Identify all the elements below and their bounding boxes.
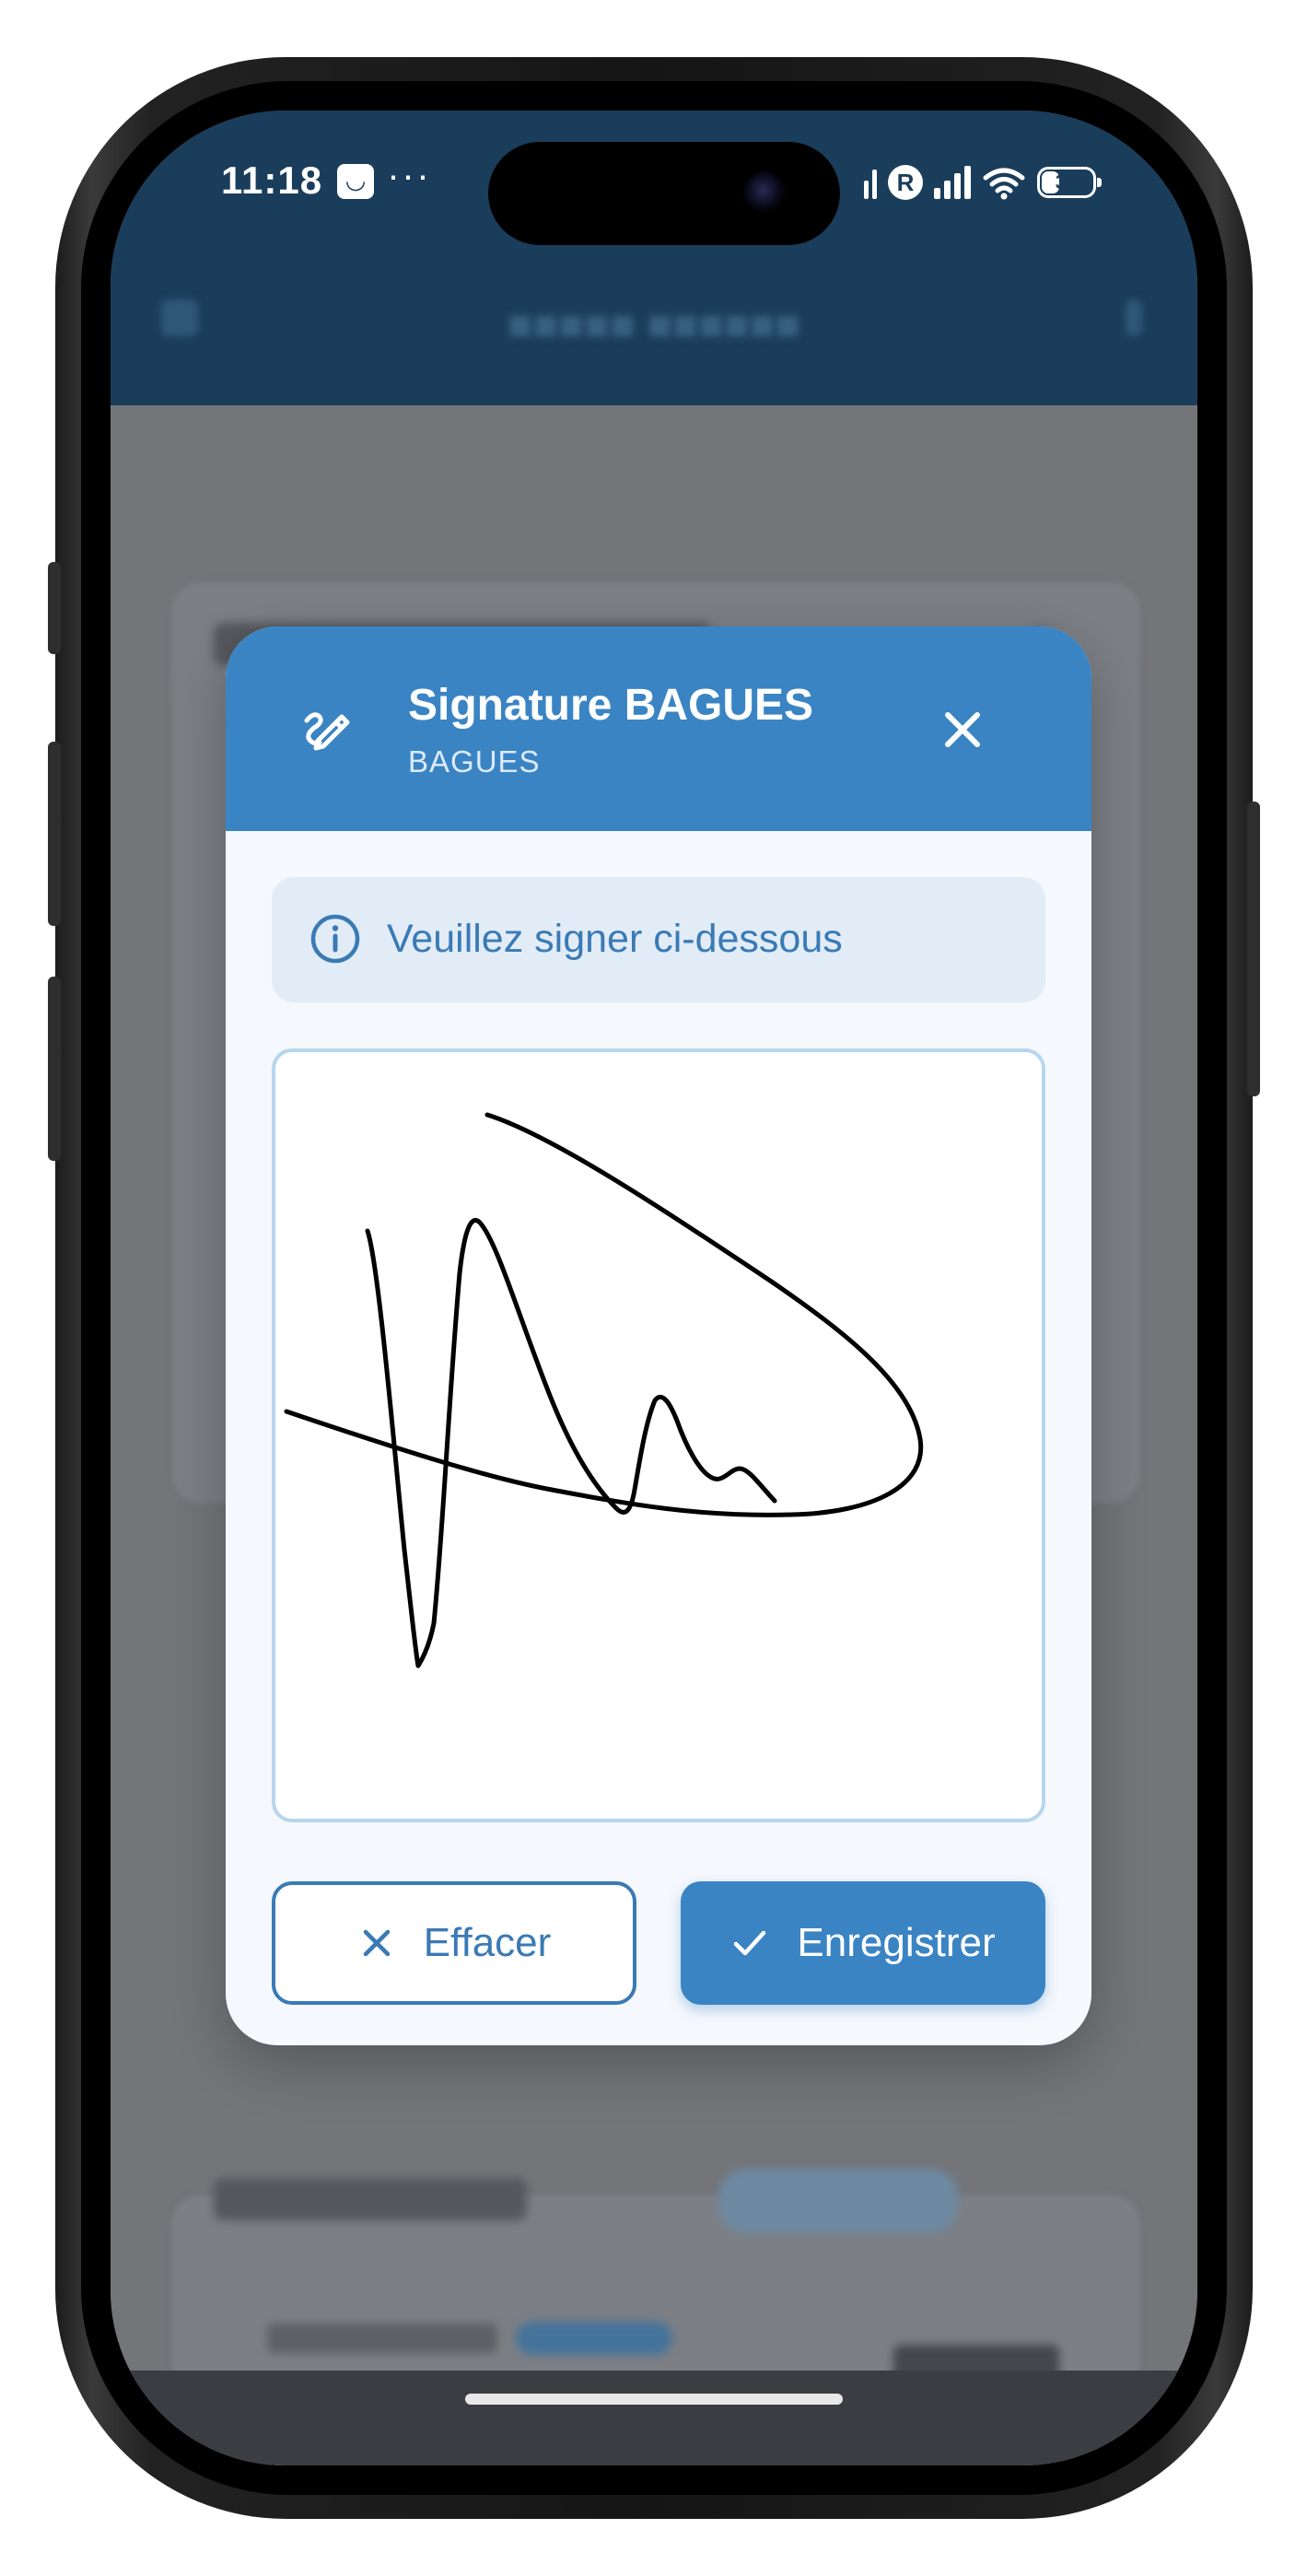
volume-up-button: [48, 742, 61, 926]
battery-percent: 37: [1055, 170, 1079, 193]
background-button: [718, 2169, 958, 2233]
power-button: [1247, 802, 1260, 1096]
clear-button[interactable]: Effacer: [272, 1881, 636, 2005]
more-notifications-icon: ···: [387, 153, 431, 196]
wifi-icon: [983, 168, 1025, 200]
bottom-bar: [111, 2371, 1197, 2465]
dynamic-island: [488, 142, 840, 245]
more-vertical-icon: [1126, 299, 1142, 336]
save-button-label: Enregistrer: [797, 1920, 996, 1965]
close-icon: [363, 1929, 390, 1957]
background-heading: [214, 2178, 527, 2220]
roaming-icon: R: [888, 165, 923, 200]
status-time: 11:18: [221, 158, 323, 202]
battery-icon: 37: [1037, 167, 1102, 198]
signature-pen-icon: [304, 712, 350, 751]
save-button-content: Enregistrer: [681, 1881, 1045, 2005]
dialog-subtitle: BAGUES: [408, 744, 541, 779]
battery-tip: [1097, 178, 1102, 187]
clear-button-label: Effacer: [423, 1920, 552, 1965]
check-icon: [734, 1930, 766, 1956]
signature-dialog: Signature BAGUES BAGUES Veuillez signer …: [226, 626, 1091, 2045]
signal-icon: [934, 166, 971, 199]
screen: ■■■■■ ■■■■■■ 11:18 ◡ ··· R 37 Signature …: [111, 111, 1197, 2465]
save-button[interactable]: Enregistrer: [681, 1881, 1045, 2005]
camera-icon: [744, 171, 787, 214]
background-row-badge: [516, 2322, 672, 2355]
signal-icon: [864, 166, 877, 199]
home-indicator[interactable]: [465, 2394, 843, 2405]
background-row-label: [267, 2324, 497, 2353]
info-text: Veuillez signer ci-dessous: [387, 917, 843, 961]
close-icon[interactable]: [937, 704, 988, 755]
signature-pad[interactable]: [272, 1048, 1045, 1822]
clear-button-content: Effacer: [275, 1885, 633, 2001]
info-banner: Veuillez signer ci-dessous: [272, 877, 1045, 1002]
dialog-header: Signature BAGUES BAGUES: [226, 626, 1091, 831]
app-header-title: ■■■■■ ■■■■■■: [507, 300, 801, 348]
volume-down-button: [48, 977, 61, 1161]
status-icons: R 37: [864, 162, 1102, 203]
status-bar: 11:18 ◡ ··· R 37: [111, 111, 1197, 258]
dialog-title: Signature BAGUES: [408, 681, 814, 730]
signature-stroke: [284, 1112, 924, 1669]
info-icon: [310, 914, 360, 964]
action-button: [48, 562, 61, 654]
notification-app-icon: ◡: [337, 164, 374, 199]
